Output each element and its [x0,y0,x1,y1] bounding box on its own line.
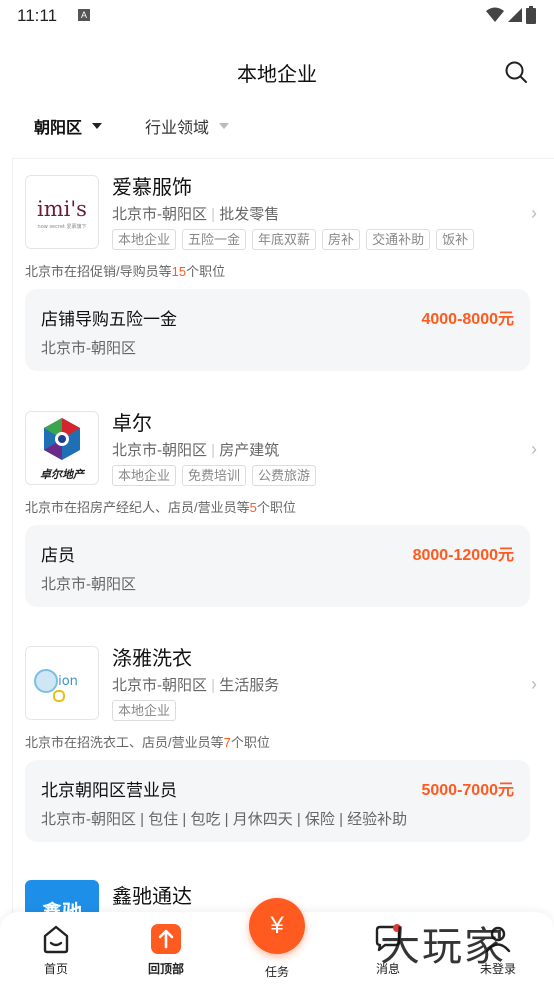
company-logo: ion [25,646,99,720]
district-filter[interactable]: 朝阳区 [34,114,103,138]
company-industry: 生活服务 [219,677,280,694]
task-fab-button[interactable]: ¥ [249,898,305,954]
company-meta: 北京市-朝阳区 | 批发零售 [112,206,280,223]
company-industry: 房产建筑 [219,442,280,459]
company-location: 北京市-朝阳区 [112,677,207,694]
company-location: 北京市-朝阳区 [112,206,207,223]
home-icon [43,925,69,954]
tag: 房补 [322,229,361,250]
tag: 饭补 [436,229,475,250]
job-card[interactable]: 店铺导购五险一金 4000-8000元 北京市-朝阳区 [25,289,530,371]
company-item[interactable]: ion 涤雅洗衣 北京市-朝阳区 | 生活服务 › 本地企业 北京市在招洗衣工、… [13,630,543,860]
job-card[interactable]: 北京朝阳区营业员 5000-7000元 北京市-朝阳区 | 包住 | 包吃 | … [25,760,530,842]
chevron-right-icon: › [531,674,537,694]
company-name: 卓尔 [112,413,152,435]
hiring-suffix: 个职位 [186,264,226,279]
company-name: 鑫驰通达 [112,886,192,908]
tag: 年底双薪 [252,229,317,250]
page-title: 本地企业 [237,64,317,86]
hiring-count: 15 [171,264,187,279]
tab-home-label: 首页 [43,962,68,976]
company-name: 爱慕服饰 [112,177,192,199]
hiring-count: 5 [249,500,257,515]
company-tags: 本地企业 免费培训 公费旅游 [112,465,317,486]
job-title: 店铺导购五险一金 [41,310,177,329]
chevron-right-icon: › [531,203,537,223]
company-item[interactable]: 卓尔地产 卓尔 北京市-朝阳区 | 房产建筑 › 本地企业 免费培训 公费旅游 … [13,395,543,625]
tab-back-to-top-label: 回顶部 [147,962,184,976]
industry-filter[interactable]: 行业领域 [145,114,230,138]
hiring-suffix: 个职位 [256,500,296,515]
hiring-prefix: 北京市在招促销/导购员等 [25,264,172,279]
status-bar: 11:11 A [0,0,554,32]
job-title: 北京朝阳区营业员 [41,781,177,800]
tag: 公费旅游 [252,465,317,486]
company-list: imi's now secret 爱慕旗下 爱慕服饰 北京市-朝阳区 | 批发零… [12,158,554,918]
company-meta: 北京市-朝阳区 | 生活服务 [112,677,280,694]
company-tags: 本地企业 五险一金 年底双薪 房补 交通补助 饭补 [112,229,475,250]
logo-text: ion [58,674,78,689]
tag: 免费培训 [182,465,247,486]
hiring-summary: 北京市在招洗衣工、店员/营业员等7个职位 [25,732,270,751]
company-logo: imi's now secret 爱慕旗下 [25,175,99,249]
district-filter-label: 朝阳区 [34,120,83,137]
watermark-text: 大玩家 [380,924,506,970]
logo-subtext: now secret 爱慕旗下 [38,223,87,230]
hiring-count: 7 [223,735,231,750]
industry-filter-label: 行业领域 [145,120,210,137]
job-location: 北京市-朝阳区 [41,340,136,357]
status-time: 11:11 [17,6,58,25]
tab-home[interactable]: 首页 [16,924,96,977]
tag: 本地企业 [112,700,177,721]
job-location: 北京市-朝阳区 | 包住 | 包吃 | 月休四天 | 保险 | 经验补助 [41,811,408,828]
hiring-prefix: 北京市在招房产经纪人、店员/营业员等 [25,500,250,515]
search-icon [505,61,527,83]
company-meta: 北京市-朝阳区 | 房产建筑 [112,442,280,459]
company-item[interactable]: imi's now secret 爱慕旗下 爱慕服饰 北京市-朝阳区 | 批发零… [13,159,543,389]
hiring-suffix: 个职位 [230,735,270,750]
hiring-prefix: 北京市在招洗衣工、店员/营业员等 [25,735,224,750]
job-title: 店员 [41,546,75,565]
status-icons [486,6,536,24]
company-tags: 本地企业 [112,700,177,721]
dropdown-arrow-icon [92,123,103,129]
battery-icon [526,6,536,24]
header: 本地企业 [0,40,554,100]
logo-text: imi's [37,197,87,221]
dropdown-arrow-icon [219,123,230,129]
search-button[interactable] [504,60,528,89]
company-industry: 批发零售 [219,206,280,223]
tag: 本地企业 [112,465,177,486]
job-card[interactable]: 店员 8000-12000元 北京市-朝阳区 [25,525,530,607]
tab-back-to-top[interactable]: 回顶部 [126,924,206,977]
company-logo: 卓尔地产 [25,411,99,485]
job-salary: 4000-8000元 [421,311,514,328]
tag: 交通补助 [366,229,431,250]
arrow-up-icon [151,924,181,954]
wifi-icon [486,7,504,22]
notification-a-icon: A [78,9,90,21]
filter-bar: 朝阳区 行业领域 [0,108,554,148]
job-location: 北京市-朝阳区 [41,576,136,593]
hiring-summary: 北京市在招促销/导购员等15个职位 [25,261,225,280]
tag: 本地企业 [112,229,177,250]
job-salary: 8000-12000元 [412,547,514,564]
job-salary: 5000-7000元 [421,782,514,799]
task-label: 任务 [264,965,289,979]
chevron-right-icon: › [531,439,537,459]
signal-icon [508,8,522,22]
tag: 五险一金 [182,229,247,250]
company-location: 北京市-朝阳区 [112,442,207,459]
logo-text: 卓尔地产 [40,468,86,481]
company-name: 涤雅洗衣 [112,648,192,670]
hiring-summary: 北京市在招房产经纪人、店员/营业员等5个职位 [25,497,296,516]
